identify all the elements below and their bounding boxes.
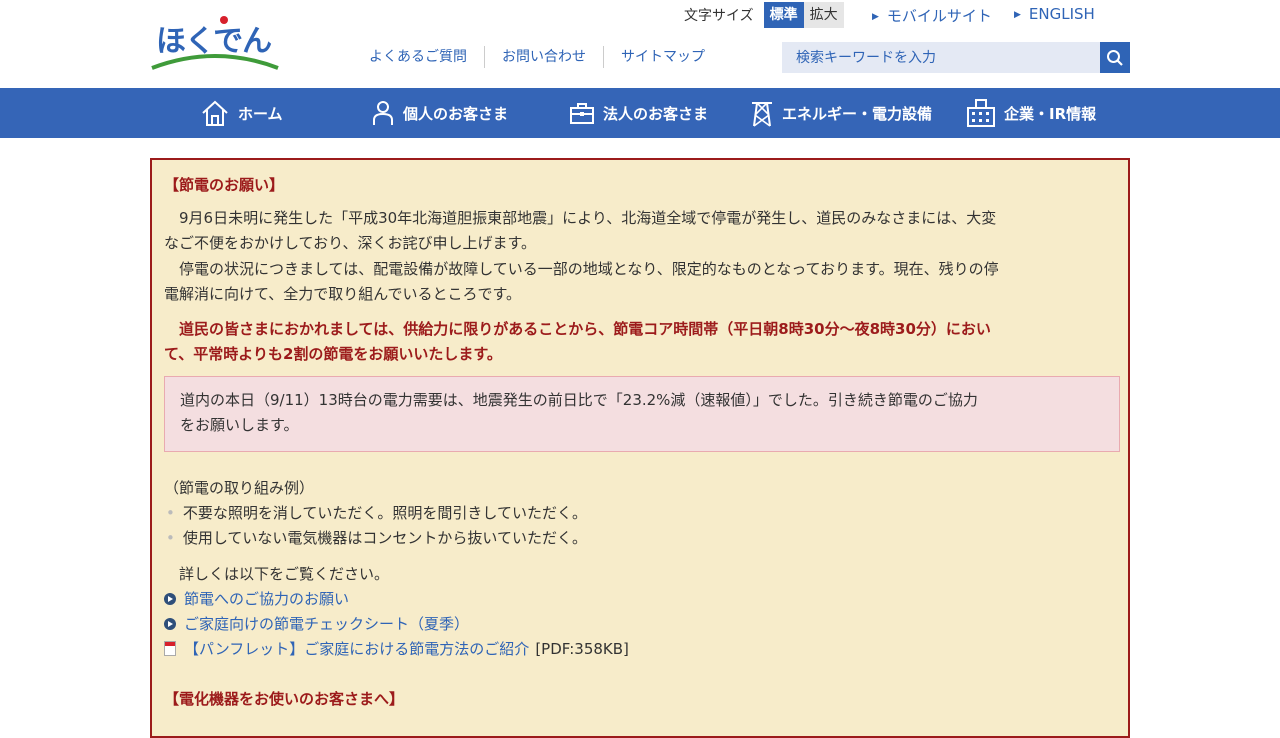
triangle-right-icon: ▶ [1014, 10, 1021, 20]
util-faq-link[interactable]: よくあるご質問 [352, 46, 484, 68]
hokuden-logo[interactable]: ほくでん [150, 16, 280, 72]
power-saving-request-line-2: て、平常時よりも2割の節電をお願いいたします。 [164, 345, 502, 363]
english-link[interactable]: ▶ ENGLISH [1014, 5, 1095, 23]
nav-corporate[interactable]: 企業・IR情報 [966, 88, 1096, 138]
util-sitemap-link[interactable]: サイトマップ [603, 46, 722, 68]
nav-home-label: ホーム [238, 104, 283, 123]
pdf-file-size: [PDF:358KB] [535, 639, 629, 658]
play-circle-icon [164, 592, 176, 605]
notice-paragraph-2-line-1: 停電の状況につきましては、配電設備が故障している一部の地域となり、限定的なものと… [164, 260, 999, 278]
nav-business[interactable]: 法人のお客さま [569, 88, 708, 138]
logo-dot [220, 16, 228, 24]
bullet-icon: • [166, 529, 175, 547]
site-header: ほくでん 文字サイズ 標準 拡大 ▶ モバイルサイト ▶ ENGLISH よくあるご… [0, 0, 1280, 88]
font-size-switcher: 文字サイズ 標準 拡大 [684, 2, 844, 28]
font-size-standard-button[interactable]: 標準 [763, 2, 804, 28]
demand-status-box: 道内の本日（9/11）13時台の電力需要は、地震発生の前日比で「23.2%減（速… [164, 376, 1120, 452]
notice-title: 【節電のお願い】 [164, 176, 285, 194]
link-power-saving-request[interactable]: 節電へのご協力のお願い [164, 588, 349, 609]
bullet-icon: • [166, 504, 175, 522]
pdf-file-icon [164, 641, 176, 656]
font-size-large-button[interactable]: 拡大 [803, 2, 844, 28]
link-pamphlet-pdf[interactable]: 【パンフレット】ご家庭における節電方法のご紹介 [PDF:358KB] [164, 638, 629, 659]
building-icon [967, 99, 995, 127]
nav-corporate-label: 企業・IR情報 [1004, 104, 1097, 123]
nav-energy[interactable]: エネルギー・電力設備 [750, 88, 932, 138]
nav-personal[interactable]: 個人のお客さま [371, 88, 508, 138]
list-item: • 不要な照明を消していただく。照明を間引きしていただく。 [166, 502, 587, 523]
example-text: 不要な照明を消していただく。照明を間引きしていただく。 [182, 504, 587, 522]
triangle-right-icon: ▶ [872, 12, 879, 22]
link-label: 節電へのご協力のお願い [184, 590, 350, 608]
details-intro: 詳しくは以下をご覧ください。 [164, 565, 390, 583]
global-nav: ホーム 個人のお客さま 法人のお客さま エネルギー・電力設備 企業・IR情報 [0, 88, 1280, 138]
power-tower-icon [752, 102, 772, 127]
power-saving-request: 道民の皆さまにおかれましては、供給力に限りがあることから、節電コア時間帯（平日朝… [164, 317, 1118, 367]
util-contact-link[interactable]: お問い合わせ [484, 46, 603, 68]
mobile-site-label: モバイルサイト [886, 7, 992, 25]
notice-paragraph-1-line-2: なご不便をおかけしており、深くお詫び申し上げます。 [164, 234, 537, 252]
notice-paragraph-2-line-2: 電解消に向けて、全力で取り組んでいるところです。 [164, 285, 522, 303]
notice-paragraph-1: 9月6日未明に発生した「平成30年北海道胆振東部地震」により、北海道全域で停電が… [164, 206, 1118, 256]
examples-title: （節電の取り組み例） [164, 479, 315, 497]
person-icon [373, 101, 393, 125]
example-text: 使用していない電気機器はコンセントから抜いていただく。 [182, 529, 587, 547]
house-icon [202, 100, 228, 126]
demand-status-line-1: 道内の本日（9/11）13時台の電力需要は、地震発生の前日比で「23.2%減（速… [180, 391, 978, 409]
nav-business-label: 法人のお客さま [603, 104, 709, 123]
link-label: 【パンフレット】ご家庭における節電方法のご紹介 [184, 640, 530, 658]
logo-arc-icon [151, 54, 279, 70]
link-label: ご家庭向けの節電チェックシート（夏季） [184, 615, 470, 633]
english-label: ENGLISH [1028, 5, 1095, 23]
list-item: • 使用していない電気機器はコンセントから抜いていただく。 [166, 527, 587, 548]
utility-nav: よくあるご質問 お問い合わせ サイトマップ [352, 46, 722, 68]
nav-home[interactable]: ホーム [200, 88, 283, 138]
font-size-label: 文字サイズ [684, 8, 754, 24]
demand-status-line-2: をお願いします。 [180, 416, 299, 434]
power-saving-request-line-1: 道民の皆さまにおかれましては、供給力に限りがあることから、節電コア時間帯（平日朝… [164, 320, 991, 338]
link-home-checksheet[interactable]: ご家庭向けの節電チェックシート（夏季） [164, 613, 469, 634]
search-icon [1107, 49, 1123, 66]
search-input[interactable] [782, 42, 1100, 73]
briefcase-icon [570, 103, 594, 124]
play-circle-icon [164, 617, 176, 630]
power-saving-notice: 【節電のお願い】 9月6日未明に発生した「平成30年北海道胆振東部地震」により、… [150, 158, 1130, 738]
notice-paragraph-2: 停電の状況につきましては、配電設備が故障している一部の地域となり、限定的なものと… [164, 257, 1118, 307]
notice-paragraph-1-line-1: 9月6日未明に発生した「平成30年北海道胆振東部地震」により、北海道全域で停電が… [164, 209, 997, 227]
search-button[interactable] [1100, 42, 1130, 73]
nav-personal-label: 個人のお客さま [403, 104, 509, 123]
mobile-site-link[interactable]: ▶ モバイルサイト [872, 5, 992, 26]
nav-energy-label: エネルギー・電力設備 [782, 104, 933, 123]
section-2-title: 【電化機器をお使いのお客さまへ】 [164, 690, 405, 708]
